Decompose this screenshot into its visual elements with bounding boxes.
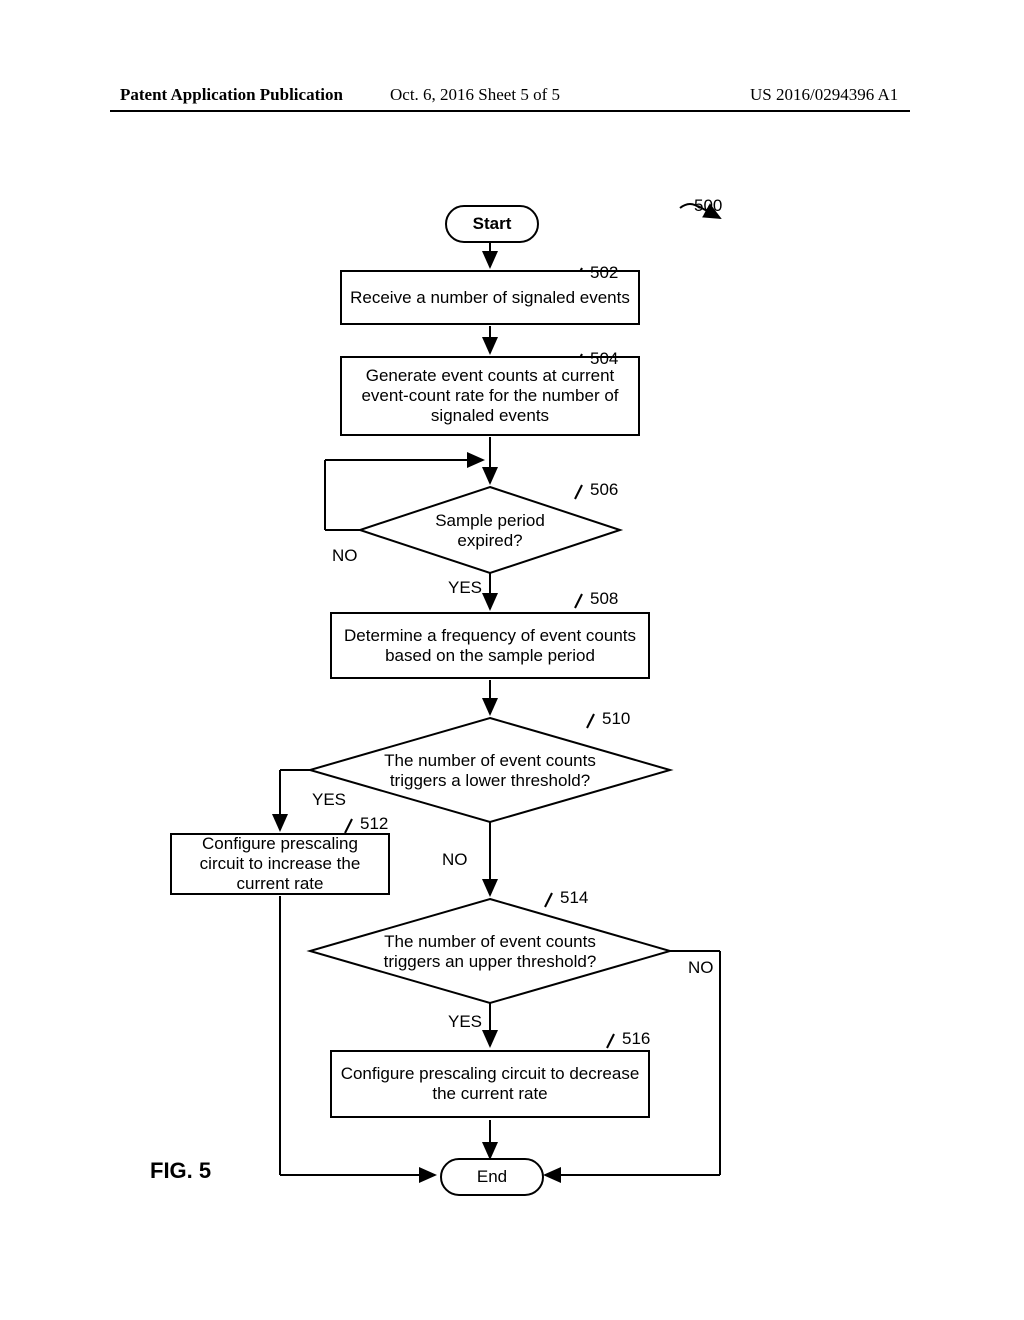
label-506-no: NO xyxy=(332,546,358,566)
box-512: Configure prescaling circuit to increase… xyxy=(170,833,390,895)
figure-label: FIG. 5 xyxy=(150,1158,211,1184)
ref-506: 506 xyxy=(590,480,618,500)
box-504-text: Generate event counts at current event-c… xyxy=(350,366,630,426)
ref-516: 516 xyxy=(622,1029,650,1049)
box-516: Configure prescaling circuit to decrease… xyxy=(330,1050,650,1118)
label-510-yes: YES xyxy=(312,790,346,810)
ref-512: 512 xyxy=(360,814,388,834)
terminal-start: Start xyxy=(445,205,539,243)
label-514-yes: YES xyxy=(448,1012,482,1032)
ref-510: 510 xyxy=(602,709,630,729)
ref-514: 514 xyxy=(560,888,588,908)
flowchart: Start End Receive a number of signaled e… xyxy=(0,0,1024,1320)
start-label: Start xyxy=(473,214,512,234)
label-506-yes: YES xyxy=(448,578,482,598)
label-514-no: NO xyxy=(688,958,714,978)
box-508-text: Determine a frequency of event counts ba… xyxy=(340,626,640,666)
diamond-514-text: The number of event counts triggers an u… xyxy=(375,929,605,975)
ref-508: 508 xyxy=(590,589,618,609)
box-508: Determine a frequency of event counts ba… xyxy=(330,612,650,679)
ref-502: 502 xyxy=(590,263,618,283)
label-510-no: NO xyxy=(442,850,468,870)
ref-500: 500 xyxy=(694,196,722,216)
terminal-end: End xyxy=(440,1158,544,1196)
diamond-510-text: The number of event counts triggers a lo… xyxy=(375,748,605,794)
diamond-506-text: Sample period expired? xyxy=(405,506,575,556)
box-512-text: Configure prescaling circuit to increase… xyxy=(180,834,380,894)
ref-504: 504 xyxy=(590,349,618,369)
box-516-text: Configure prescaling circuit to decrease… xyxy=(340,1064,640,1104)
box-502-text: Receive a number of signaled events xyxy=(350,288,630,308)
end-label: End xyxy=(477,1167,507,1187)
